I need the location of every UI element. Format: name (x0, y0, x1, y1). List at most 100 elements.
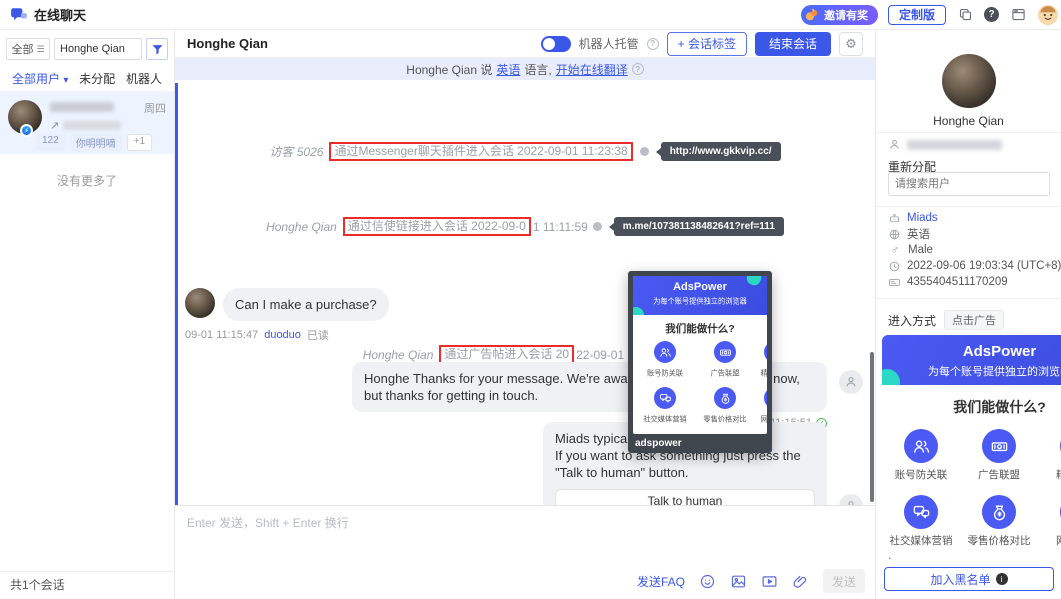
banner-middle: 语言, (524, 62, 552, 77)
reassign-search-input[interactable] (888, 172, 1050, 196)
message-input[interactable] (175, 506, 875, 564)
monitor-icon (764, 387, 767, 409)
conversation-tags: 122 你明明嘀 +1 (36, 134, 153, 151)
add-to-blacklist-button[interactable]: 加入黑名单 i (884, 567, 1054, 591)
chat-title: Honghe Qian (187, 36, 268, 51)
translation-banner: Honghe Qian 说 英语 语言, 开始在线翻译 ? (175, 58, 875, 80)
feature-label: 精准投放 (1056, 467, 1061, 482)
clock-icon (889, 261, 900, 271)
search-input[interactable] (54, 38, 142, 60)
language-value: 英语 (907, 229, 930, 241)
customer-bubble: Can I make a purchase? (223, 288, 389, 321)
end-session-button[interactable]: 结束会话 (754, 31, 831, 56)
conversation-time: 周四 (144, 103, 166, 115)
copy-icon[interactable] (956, 6, 974, 24)
money-bag-icon (982, 495, 1016, 529)
send-faq-link[interactable]: 发送FAQ (637, 573, 685, 590)
conversation-sidebar: 全部 ☰ 全部用户 ▾ 未分配 机器人 ⚡ 周四 ↗ (0, 30, 175, 599)
gender-value: Male (908, 244, 933, 256)
adspower-banner[interactable]: AdsPower 为每个账号提供独立的浏览器 我们能做什么? 账号防关联 广告联… (882, 335, 1061, 548)
tag-badge: 122 (36, 134, 65, 151)
emoji-icon[interactable] (699, 573, 716, 590)
filter-all-dropdown[interactable]: 全部 ☰ (6, 38, 50, 60)
image-icon[interactable] (730, 573, 747, 590)
visitor-info-panel: Honghe Qian 重新分配 Miads 英语 ♂ Male 202 (875, 30, 1061, 599)
composer-toolbar: 发送FAQ 发送 (637, 569, 865, 593)
read-by-agent: duoduo (264, 329, 301, 341)
male-icon: ♂ (890, 243, 900, 257)
tab-all-users[interactable]: 全部用户 ▾ (9, 70, 71, 94)
visitor-name: Honghe Qian (266, 219, 337, 234)
translation-info-icon[interactable]: ? (631, 63, 644, 75)
users-icon (654, 341, 676, 363)
source-dot-icon[interactable] (639, 147, 649, 156)
blacklist-info-icon: i (995, 573, 1008, 585)
chat-controls: 机器人托管 ? + 会话标签 结束会话 ⚙ (540, 31, 863, 56)
target-icon (764, 341, 767, 363)
chat-bubbles-icon (654, 387, 676, 409)
workspace-icon[interactable] (1009, 6, 1027, 24)
adspower-popup: AdsPower 为每个账号提供独立的浏览器 我们能做什么? 账号防关联 广告联… (628, 271, 772, 453)
conversation-name-blurred (50, 102, 114, 112)
adspower-feature-grid: 账号防关联 广告联盟 精准投放 社交媒体营销 (633, 341, 767, 434)
feature-label: 账号防关联 (647, 369, 683, 378)
visitor-avatar (942, 54, 996, 108)
help-icon[interactable]: ? (984, 7, 999, 22)
invite-reward-button[interactable]: 邀请有奖 (800, 4, 878, 25)
assigned-user-row (888, 138, 1002, 151)
feature-label: 广告联盟 (710, 369, 740, 378)
bot-hosting-toggle[interactable] (540, 35, 571, 52)
annotation-highlight: 通过Messenger聊天插件进入会话 2022-09-01 11:23:38 (329, 142, 633, 161)
language-link[interactable]: 英语 (496, 61, 520, 78)
customer-message-meta: 09-01 11:15:47 duoduo 已读 (185, 327, 389, 343)
conversation-count: 共1个会话 (0, 571, 174, 599)
system-message-entry-1: 访客 5026 通过Messenger聊天插件进入会话 2022-09-01 1… (175, 142, 875, 161)
send-button[interactable]: 发送 (823, 569, 865, 593)
feature-label: 零售价格对比 (967, 535, 1031, 547)
money-bag-icon (714, 387, 736, 409)
feature-social-marketing: 社交媒体营销 (635, 387, 695, 426)
add-session-tag-button[interactable]: + 会话标签 (666, 31, 747, 56)
feature-social-marketing: 社交媒体营销 (890, 495, 953, 548)
funnel-icon (152, 44, 162, 54)
entry-method-value: 点击广告 (944, 310, 1005, 330)
feature-label: 社交媒体营销 (889, 535, 953, 547)
chat-scrollbar-thumb[interactable] (870, 352, 874, 502)
feature-anti-association: 账号防关联 (895, 429, 947, 482)
annotation-highlight: 通过信使链接进入会话 2022-09-0 (342, 217, 531, 236)
message-list: 访客 5026 通过Messenger聊天插件进入会话 2022-09-01 1… (175, 80, 875, 538)
invite-label: 邀请有奖 (823, 9, 868, 22)
feature-label: 网络视频 (1056, 533, 1061, 548)
tab-robot[interactable]: 机器人 (126, 70, 162, 87)
adspower-card: AdsPower 为每个账号提供独立的浏览器 我们能做什么? 账号防关联 广告联… (633, 276, 767, 434)
person-icon (846, 377, 856, 387)
feature-label: 零售价格对比 (703, 415, 747, 424)
conversation-list-item[interactable]: ⚡ 周四 ↗ 122 你明明嘀 +1 (0, 92, 174, 154)
tab-unassigned[interactable]: 未分配 (79, 70, 115, 87)
visitor-id-value: 4355404511170209 (907, 276, 1008, 288)
settings-gear-icon[interactable]: ⚙ (839, 31, 863, 56)
bot-name-link[interactable]: Miads (907, 212, 938, 224)
custom-version-button[interactable]: 定制版 (887, 4, 946, 25)
user-avatar[interactable] (1037, 4, 1059, 26)
attachment-icon[interactable] (792, 573, 809, 590)
globe-icon (889, 229, 900, 239)
customer-avatar (185, 288, 215, 318)
reply-arrow-icon: ↗ (50, 120, 60, 132)
source-dot-icon[interactable] (592, 222, 602, 231)
visitor-name: Honghe Qian (362, 347, 434, 362)
trailing-dot: . (888, 548, 892, 562)
preview-text-blurred (63, 121, 122, 130)
filter-button[interactable] (146, 38, 168, 60)
bot-hosting-info-icon[interactable]: ? (646, 37, 659, 50)
users-icon (904, 429, 938, 463)
caret-down-icon: ▾ (63, 75, 69, 86)
chat-area: Honghe Qian 机器人托管 ? + 会话标签 结束会话 ⚙ Honghe… (175, 30, 875, 599)
adspower-title: AdsPower (962, 343, 1037, 360)
feature-ad-alliance: 广告联盟 (695, 341, 755, 380)
banknote-icon (982, 429, 1016, 463)
detail-id: 4355404511170209 (888, 274, 1061, 290)
start-translation-link[interactable]: 开始在线翻译 (556, 61, 628, 78)
video-icon[interactable] (761, 573, 778, 590)
banner-prefix: Honghe Qian 说 (406, 62, 493, 77)
